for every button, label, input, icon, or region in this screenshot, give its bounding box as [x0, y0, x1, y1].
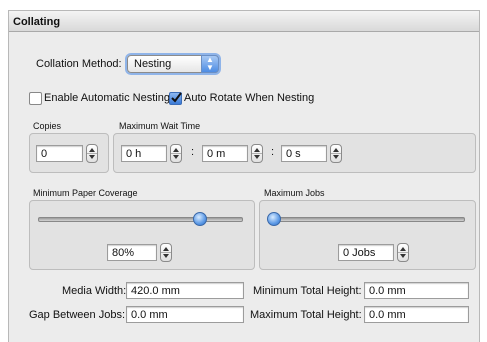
- checkmark-icon: [171, 92, 182, 103]
- jobs-slider-knob[interactable]: [267, 212, 281, 226]
- coverage-value: 80%: [112, 247, 135, 259]
- select-arrows-icon: ▲ ▼: [201, 55, 219, 73]
- minimum-total-height-value: 0.0 mm: [369, 285, 406, 297]
- auto-rotate-checkbox[interactable]: [169, 92, 182, 105]
- wait-seconds-value: 0 s: [286, 148, 301, 160]
- wait-hours-stepper[interactable]: [170, 144, 182, 163]
- minimum-total-height-label: Minimum Total Height:: [253, 285, 362, 297]
- stepper-up-icon: [254, 148, 260, 152]
- maximum-jobs-group: 0 Jobs: [259, 200, 476, 270]
- maximum-total-height-label: Maximum Total Height:: [250, 309, 362, 321]
- stepper-down-icon: [254, 155, 260, 159]
- wait-minutes-value: 0 m: [207, 148, 226, 160]
- copies-field[interactable]: 0: [36, 145, 83, 162]
- stepper-up-icon: [400, 247, 406, 251]
- panel-header: Collating: [9, 11, 479, 32]
- stepper-up-icon: [163, 247, 169, 251]
- stepper-down-icon: [89, 155, 95, 159]
- stepper-up-icon: [333, 148, 339, 152]
- stepper-down-icon: [400, 254, 406, 258]
- maximum-jobs-label: Maximum Jobs: [264, 188, 325, 198]
- coverage-slider-knob[interactable]: [193, 212, 208, 226]
- stepper-down-icon: [333, 155, 339, 159]
- collation-method-value: Nesting: [134, 58, 172, 70]
- stepper-up-icon: [89, 148, 95, 152]
- copies-value: 0: [41, 148, 48, 160]
- jobs-slider-track[interactable]: [268, 217, 465, 222]
- media-width-value: 420.0 mm: [131, 285, 180, 297]
- copies-group: 0: [29, 133, 109, 173]
- gap-between-jobs-label: Gap Between Jobs:: [29, 309, 126, 321]
- auto-rotate-label: Auto Rotate When Nesting: [184, 92, 315, 104]
- collation-method-label: Collation Method:: [36, 58, 122, 70]
- jobs-field[interactable]: 0 Jobs: [338, 244, 394, 261]
- copies-stepper[interactable]: [86, 144, 98, 163]
- enable-automatic-nesting-label: Enable Automatic Nesting: [44, 92, 170, 104]
- minimum-total-height-field[interactable]: 0.0 mm: [364, 282, 469, 299]
- maximum-wait-time-group: 0 h : 0 m : 0 s: [113, 133, 476, 173]
- maximum-total-height-value: 0.0 mm: [369, 309, 406, 321]
- stepper-up-icon: [173, 148, 179, 152]
- collating-panel: Collating Collation Method: Nesting ▲ ▼ E…: [8, 10, 480, 342]
- copies-label: Copies: [33, 121, 62, 131]
- coverage-slider-track[interactable]: [38, 217, 243, 222]
- media-width-field[interactable]: 420.0 mm: [126, 282, 244, 299]
- wait-seconds-stepper[interactable]: [330, 144, 342, 163]
- jobs-stepper[interactable]: [397, 243, 409, 262]
- wait-seconds-field[interactable]: 0 s: [281, 145, 327, 162]
- time-separator: :: [191, 146, 195, 158]
- stepper-down-icon: [163, 254, 169, 258]
- gap-between-jobs-value: 0.0 mm: [131, 309, 168, 321]
- panel-title: Collating: [13, 16, 61, 28]
- maximum-total-height-field[interactable]: 0.0 mm: [364, 306, 469, 323]
- jobs-value: 0 Jobs: [343, 247, 376, 259]
- media-width-label: Media Width:: [62, 285, 127, 297]
- collation-method-select[interactable]: Nesting ▲ ▼: [127, 55, 219, 73]
- wait-minutes-field[interactable]: 0 m: [202, 145, 248, 162]
- minimum-paper-coverage-label: Minimum Paper Coverage: [33, 188, 138, 198]
- gap-between-jobs-field[interactable]: 0.0 mm: [126, 306, 244, 323]
- time-separator: :: [271, 146, 275, 158]
- maximum-wait-time-label: Maximum Wait Time: [119, 121, 201, 131]
- coverage-stepper[interactable]: [160, 243, 172, 262]
- wait-hours-field[interactable]: 0 h: [121, 145, 167, 162]
- wait-hours-value: 0 h: [126, 148, 142, 160]
- coverage-field[interactable]: 80%: [107, 244, 157, 261]
- wait-minutes-stepper[interactable]: [251, 144, 263, 163]
- enable-automatic-nesting-checkbox[interactable]: [29, 92, 42, 105]
- minimum-paper-coverage-group: 80%: [29, 200, 255, 270]
- stepper-down-icon: [173, 155, 179, 159]
